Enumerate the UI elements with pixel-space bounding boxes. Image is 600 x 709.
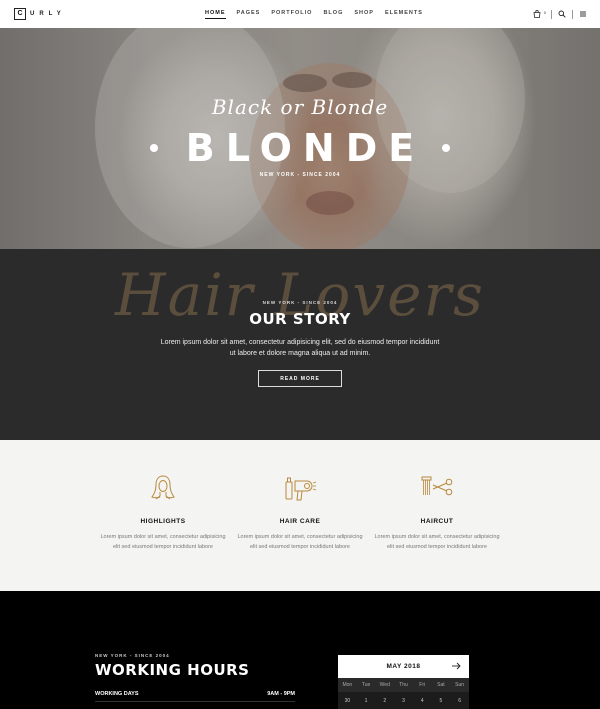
read-more-button[interactable]: READ MORE (258, 370, 342, 387)
feature-hair-care: HAIR CARE Lorem ipsum dolor sit amet, co… (235, 473, 365, 552)
calendar-month: MAY 2018 (386, 663, 421, 670)
calendar-date[interactable]: 1 (357, 698, 376, 704)
logo-text: URLY (30, 11, 66, 17)
weekday-label: Mon (342, 682, 353, 688)
working-hours-section: NEW YORK - SINCE 2004 WORKING HOURS WORK… (0, 591, 600, 709)
calendar-widget: MAY 2018 Mon Tue Wed Thu Fri Sat Sun 30 … (338, 655, 469, 709)
hours-row-label: WORKING DAYS (95, 691, 139, 697)
feature-text: Lorem ipsum dolor sit amet, consectetur … (237, 534, 363, 550)
feature-title: HIGHLIGHTS (140, 518, 186, 525)
header-divider (572, 9, 573, 19)
header-divider (551, 9, 552, 19)
feature-text: Lorem ipsum dolor sit amet, consectetur … (100, 534, 226, 550)
story-title: OUR STORY (249, 310, 351, 328)
calendar-dates: 30 1 2 3 4 5 6 (338, 692, 469, 709)
services-section: HIGHLIGHTS Lorem ipsum dolor sit amet, c… (0, 440, 600, 591)
header-actions: 0 (532, 9, 588, 19)
main-nav: HOME PAGES PORTFOLIO BLOG SHOP ELEMENTS (205, 10, 423, 19)
feature-title: HAIR CARE (279, 518, 321, 525)
feature-highlights: HIGHLIGHTS Lorem ipsum dolor sit amet, c… (98, 473, 228, 552)
hero-title: BLONDE (185, 126, 426, 170)
calendar-date[interactable]: 5 (432, 698, 451, 704)
calendar-weekdays: Mon Tue Wed Thu Fri Sat Sun (338, 678, 469, 692)
calendar-date[interactable]: 30 (338, 698, 357, 704)
nav-portfolio[interactable]: PORTFOLIO (271, 10, 312, 19)
calendar-date[interactable]: 4 (413, 698, 432, 704)
hero-dot-right (442, 144, 450, 152)
logo-initial: C (14, 8, 26, 20)
hero-banner: Black or Blonde BLONDE NEW YORK - SINCE … (0, 28, 600, 249)
hero-dot-left (150, 144, 158, 152)
logo[interactable]: C URLY (14, 8, 66, 20)
weekday-label: Fri (419, 682, 426, 688)
feature-title: HAIRCUT (420, 518, 454, 525)
hours-subtitle: NEW YORK - SINCE 2004 (95, 653, 170, 658)
our-story-section: Hair Lovers NEW YORK - SINCE 2004 OUR ST… (0, 249, 600, 440)
calendar-date[interactable]: 6 (450, 698, 469, 704)
weekday-label: Thu (399, 682, 408, 688)
nav-blog[interactable]: BLOG (323, 10, 343, 19)
nav-elements[interactable]: ELEMENTS (385, 10, 423, 19)
hours-row-value: 9AM - 9PM (267, 691, 295, 697)
nav-home[interactable]: HOME (205, 10, 226, 19)
nav-pages[interactable]: PAGES (237, 10, 261, 19)
hours-title: WORKING HOURS (95, 661, 250, 679)
cart-count: 0 (543, 9, 546, 15)
calendar-date[interactable]: 2 (375, 698, 394, 704)
arrow-right-icon[interactable] (451, 661, 461, 671)
hours-row: WORKING DAYS 9AM - 9PM (95, 691, 295, 697)
weekday-label: Wed (379, 682, 390, 688)
comb-scissors-icon (421, 476, 453, 496)
feature-text: Lorem ipsum dolor sit amet, consectetur … (374, 534, 500, 550)
hero-script-title: Black or Blonde (211, 95, 389, 119)
nav-shop[interactable]: SHOP (354, 10, 374, 19)
calendar-date[interactable]: 3 (394, 698, 413, 704)
story-text: Lorem ipsum dolor sit amet, consectetur … (160, 339, 440, 357)
hero-title-row: BLONDE (150, 126, 450, 170)
search-icon[interactable] (557, 9, 567, 19)
woman-hair-icon (151, 475, 175, 500)
hours-divider (95, 701, 295, 702)
hair-dryer-icon (285, 477, 317, 501)
calendar-header: MAY 2018 (338, 655, 469, 678)
feature-haircut: HAIRCUT Lorem ipsum dolor sit amet, cons… (372, 473, 502, 552)
story-subtitle: NEW YORK - SINCE 2004 (262, 300, 338, 305)
weekday-label: Tue (361, 682, 371, 688)
hero-subtitle: NEW YORK - SINCE 2004 (259, 172, 341, 178)
weekday-label: Sat (437, 682, 445, 688)
weekday-label: Sun (455, 682, 465, 688)
menu-icon[interactable] (578, 9, 588, 19)
site-header: C URLY HOME PAGES PORTFOLIO BLOG SHOP EL… (0, 0, 600, 28)
cart-icon[interactable] (532, 9, 542, 19)
